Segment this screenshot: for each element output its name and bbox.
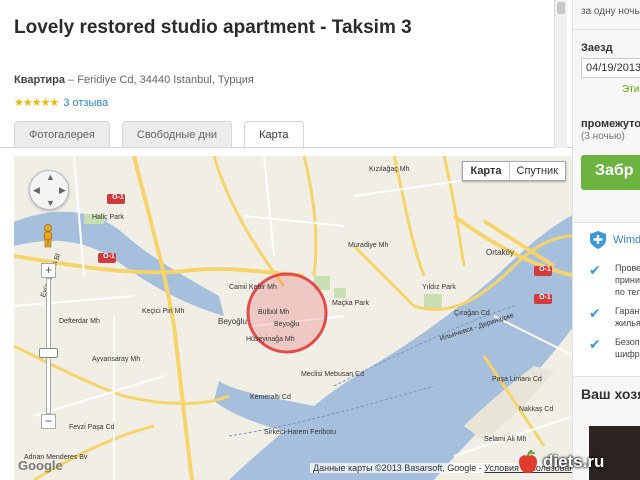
pan-down-icon[interactable]: ▼: [46, 198, 55, 208]
pan-up-icon[interactable]: ▲: [46, 172, 55, 182]
tab-photo-gallery[interactable]: Фотогалерея: [14, 121, 110, 148]
guarantee-line: прини: [615, 275, 640, 285]
listing-title: Lovely restored studio apartment - Taksi…: [14, 17, 412, 38]
attribution-text: Данные карты ©2013 Basarsoft, Google -: [313, 463, 482, 473]
guarantee-line: Безопа: [615, 337, 640, 347]
guarantee-line: по теле: [615, 287, 640, 297]
listing-address: Квартира – Feridiye Cd, 34440 Istanbul, …: [14, 74, 254, 86]
zoom-slider-thumb[interactable]: [39, 348, 58, 358]
map-label: Keçici Piri Mh: [142, 308, 185, 315]
shield-plus-icon: [590, 231, 606, 249]
map-label: Maçka Park: [332, 300, 369, 307]
tabs-divider: [0, 147, 572, 148]
guarantee-line: Прове: [615, 263, 640, 273]
map-label: Nakkaş Cd: [519, 406, 554, 413]
scrollbar-thumb[interactable]: [557, 2, 565, 14]
map-type-satellite-button[interactable]: Спутник: [510, 162, 565, 180]
guarantee-line: жилья: [615, 318, 640, 328]
main-content: Lovely restored studio apartment - Taksi…: [0, 0, 572, 480]
zoom-slider-track[interactable]: [46, 278, 51, 414]
zoom-out-button[interactable]: −: [41, 414, 56, 429]
map-label: Beyoğlu: [218, 317, 247, 326]
map-label: Ayvansaray Mh: [92, 356, 141, 363]
map-label: Defterdar Mh: [59, 318, 100, 325]
listing-tabs: Фотогалерея Свободные дни Карта: [14, 121, 316, 149]
checkmark-icon: ✔: [589, 336, 601, 352]
map-label: Camii Kebir Mh: [229, 284, 277, 291]
price-per-night-label: за одну ночь: [581, 6, 640, 17]
reviews-link[interactable]: 3 отзыва: [63, 97, 108, 109]
map-label: Kızılağaç Mh: [369, 166, 410, 173]
map-type-map-button[interactable]: Карта: [463, 162, 510, 180]
checkin-date-input[interactable]: 04/19/2013: [581, 58, 640, 78]
scrollbar[interactable]: [554, 0, 567, 148]
wimdu-title: Wimd: [613, 234, 640, 246]
highway-shield: O-1: [539, 266, 551, 273]
tab-map[interactable]: Карта: [244, 121, 304, 149]
sidebar-divider: [573, 29, 640, 30]
watermark: diets.ru: [517, 447, 640, 477]
map-label: Paşa Limanı Cd: [492, 376, 542, 383]
highway-shield: O-1: [539, 294, 551, 301]
map-label: Yıldız Park: [422, 284, 456, 291]
star-rating-icons: ★★★★★: [14, 97, 59, 109]
map-label: Bülbül Mh: [258, 309, 290, 316]
map-label: Meclisi Mebusan Cd: [301, 371, 365, 378]
apple-logo-icon: [519, 450, 537, 473]
highway-shield: O-1: [103, 253, 115, 260]
address-text: Feridiye Cd, 34440 Istanbul, Турция: [77, 74, 254, 86]
map-label: Kemeraltı Cd: [250, 394, 291, 401]
map-label: Selami Ali Mh: [484, 436, 527, 443]
google-logo: Google: [18, 458, 63, 473]
checkmark-icon: ✔: [589, 305, 601, 321]
map-label: Sirkeci-Harem Feribotu: [264, 429, 336, 436]
guarantee-item-text: Прове прини по теле: [615, 262, 640, 298]
zoom-in-button[interactable]: +: [41, 263, 56, 278]
pan-control[interactable]: ▲ ▼ ◀ ▶: [29, 170, 69, 210]
pegman-icon[interactable]: [40, 224, 56, 248]
guarantee-item-text: Гарант жилья: [615, 305, 640, 329]
watermark-text: diets.ru: [543, 452, 605, 471]
book-button[interactable]: Забр: [581, 155, 640, 190]
nights-count: (3 ночью): [581, 131, 625, 142]
guarantee-line: шифро: [615, 349, 640, 359]
map-label: Ortaköy: [486, 248, 515, 257]
map-label: Çırağan Cd: [454, 310, 490, 317]
checkin-label: Заезд: [581, 42, 613, 54]
booking-sidebar: за одну ночь Заезд 04/19/2013 Эти промеж…: [572, 0, 640, 480]
map-type-control: Карта Спутник: [462, 161, 566, 181]
map-canvas[interactable]: O-1 O-1 O-1 O-1 Haliç Park Ayvansaray Mh…: [14, 156, 572, 480]
property-type: Квартира: [14, 74, 66, 86]
rating: ★★★★★ 3 отзыва: [14, 96, 108, 110]
map-label: Hüseyinağa Mh: [246, 336, 295, 343]
guarantee-line: Гарант: [615, 306, 640, 316]
highway-shield: O-1: [112, 194, 124, 201]
period-label: промежуто: [581, 118, 640, 130]
pan-left-icon[interactable]: ◀: [33, 185, 40, 196]
map-label: Muradiye Mh: [348, 242, 389, 249]
map-label: Fevzi Paşa Cd: [69, 424, 115, 431]
tab-availability[interactable]: Свободные дни: [121, 121, 233, 148]
dates-link[interactable]: Эти: [622, 84, 639, 95]
pan-right-icon[interactable]: ▶: [59, 185, 66, 196]
map-label: Beyoğlu: [274, 321, 300, 328]
address-separator: –: [65, 74, 78, 86]
guarantee-item-text: Безопа шифро: [615, 336, 640, 360]
host-title: Ваш хозя: [581, 386, 640, 402]
checkmark-icon: ✔: [589, 262, 601, 278]
map-label: Haliç Park: [92, 214, 124, 221]
